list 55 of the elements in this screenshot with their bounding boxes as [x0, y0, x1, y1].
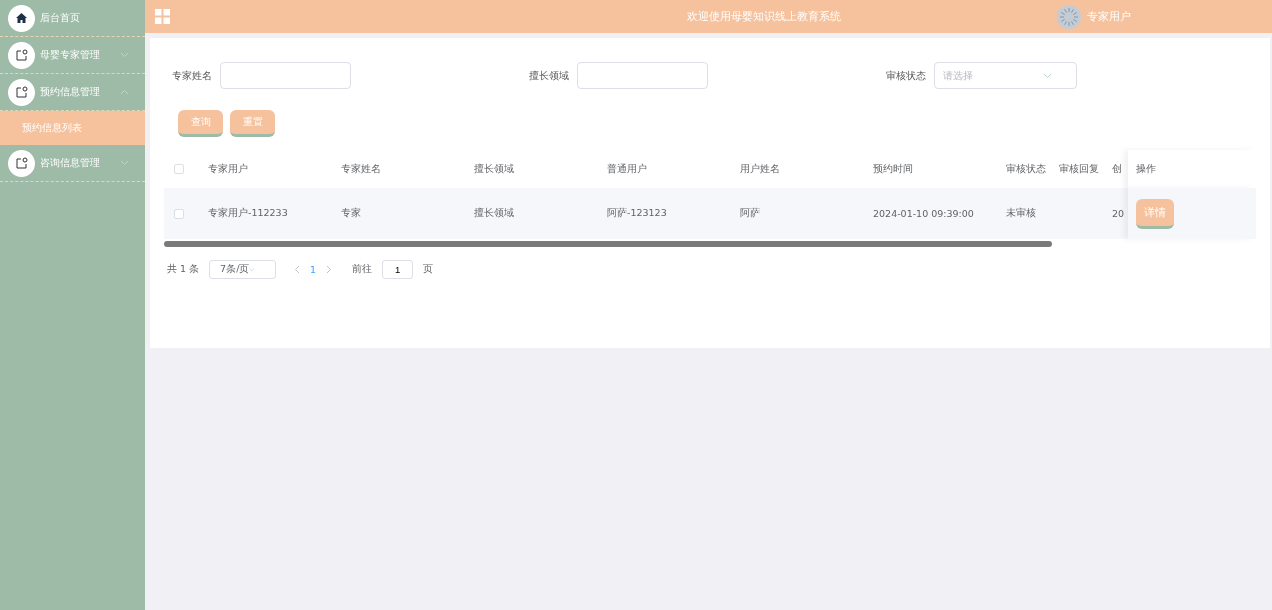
column-header: 创: [1112, 162, 1123, 176]
page-input[interactable]: 1: [382, 260, 414, 279]
search-button[interactable]: 查询: [178, 110, 223, 137]
column-header: 专家姓名: [341, 162, 382, 176]
status-select[interactable]: 请选择: [934, 62, 1077, 89]
total-count: 共 1 条: [167, 263, 200, 276]
input-field[interactable]: [577, 62, 708, 89]
sidebar-subitem[interactable]: 预约信息列表: [0, 111, 145, 145]
goto-label: 前往: [352, 263, 373, 276]
sidebar-item[interactable]: 咨询信息管理: [0, 145, 145, 182]
column-header: 操作: [1136, 162, 1156, 176]
column-header: 审核回复: [1059, 162, 1100, 176]
sidebar-item[interactable]: 母婴专家管理: [0, 37, 145, 74]
column-header: 擅长领域: [474, 162, 515, 176]
table-cell-text: 擅长领域: [474, 207, 515, 220]
column-header: 审核状态: [1006, 162, 1047, 176]
table-cell-text: 2024-01-10 09:39:00: [873, 208, 975, 219]
table-cell-text: 专家: [341, 207, 362, 220]
previous-page-icon[interactable]: [294, 265, 301, 274]
select-all-checkbox[interactable]: [174, 164, 184, 174]
column-header: 专家用户: [208, 162, 249, 176]
system-title: 欢迎使用母婴知识线上教育系统: [685, 9, 842, 24]
column-header: 用户姓名: [740, 162, 781, 176]
table-cell-text: 阿萨: [740, 207, 761, 220]
input-field[interactable]: [220, 62, 351, 89]
chevron-up-icon: [120, 89, 129, 95]
detail-button[interactable]: 详情: [1136, 198, 1174, 229]
table-cell-text: 20: [1112, 208, 1126, 219]
table-cell-text: 专家用户-112233: [208, 207, 289, 220]
chevron-down-icon: [1043, 72, 1052, 79]
column-header: 普通用户: [607, 162, 648, 176]
sidebar-item[interactable]: 后台首页: [0, 0, 145, 37]
filter-label: 专家姓名: [171, 68, 212, 83]
page-size-select[interactable]: 7条/页: [209, 260, 277, 279]
filter-label: 审核状态: [885, 68, 926, 83]
home-icon: [8, 4, 35, 32]
filter-label: 擅长领域: [528, 68, 569, 83]
page-suffix: 页: [423, 263, 434, 276]
reset-button[interactable]: 重置: [230, 110, 275, 137]
row-checkbox[interactable]: [174, 208, 184, 219]
table-cell-text: 阿萨-123123: [607, 207, 668, 220]
chevron-down-icon: [249, 266, 256, 273]
page-number[interactable]: 1: [310, 264, 317, 275]
column-header: 预约时间: [873, 162, 914, 176]
chevron-down-icon: [120, 52, 129, 58]
document-icon: [8, 149, 35, 177]
next-page-icon[interactable]: [326, 265, 333, 274]
avatar-icon[interactable]: [1057, 4, 1081, 29]
chevron-down-icon: [120, 160, 129, 166]
grid-icon[interactable]: [155, 9, 170, 24]
user-name[interactable]: 专家用户: [1087, 9, 1131, 24]
scrollbar-thumb[interactable]: [164, 241, 1052, 247]
document-icon: [8, 41, 35, 69]
table-cell-text: 未审核: [1006, 207, 1037, 220]
document-icon: [8, 78, 35, 106]
